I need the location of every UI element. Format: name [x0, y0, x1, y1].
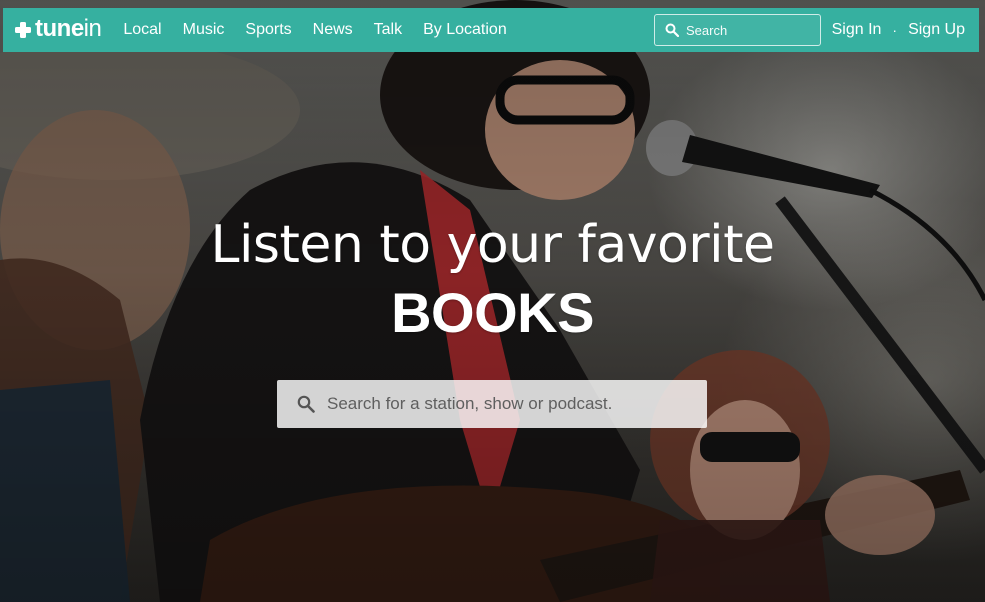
nav-news[interactable]: News — [313, 8, 353, 52]
auth-separator: · — [892, 22, 898, 38]
logo-wordmark: tunein — [35, 15, 102, 42]
hero-tagline: Listen to your favorite — [210, 215, 775, 275]
hero-category: BOOKS — [391, 281, 594, 344]
nav-by-location[interactable]: By Location — [423, 8, 507, 52]
search-icon — [665, 23, 679, 37]
search-icon — [297, 395, 315, 413]
nav-sports[interactable]: Sports — [245, 8, 291, 52]
sign-in-link[interactable]: Sign In — [832, 21, 882, 39]
tunein-plus-icon — [15, 22, 31, 38]
auth-links: Sign In · Sign Up — [832, 8, 965, 52]
sign-up-link[interactable]: Sign Up — [908, 21, 965, 39]
nav-music[interactable]: Music — [183, 8, 225, 52]
hero-search-box[interactable] — [277, 380, 707, 428]
main-nav: Local Music Sports News Talk By Location — [123, 8, 527, 52]
hero-search-input[interactable] — [327, 394, 687, 414]
nav-local[interactable]: Local — [123, 8, 161, 52]
nav-talk[interactable]: Talk — [374, 8, 402, 52]
top-navbar: tunein Local Music Sports News Talk By L… — [3, 8, 979, 52]
nav-search-box[interactable] — [654, 14, 821, 46]
tunein-logo[interactable]: tunein — [13, 8, 102, 52]
hero-headline: Listen to your favorite BOOKS — [0, 214, 985, 348]
nav-search-input[interactable] — [686, 22, 811, 38]
